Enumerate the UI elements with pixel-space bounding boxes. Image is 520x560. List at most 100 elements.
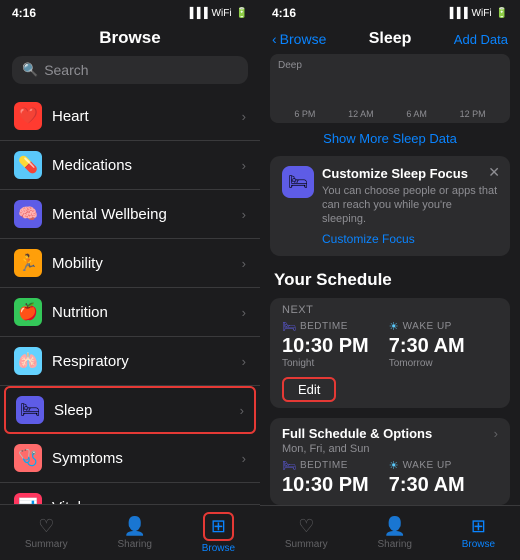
time-left: 4:16 [12,6,36,20]
edit-btn-row: Edit [270,377,510,408]
search-bar[interactable]: 🔍 Search [12,56,248,84]
chart-label-12am: 12 AM [348,109,374,119]
mobility-label: Mobility [52,255,242,272]
mental-icon: 🧠 [14,200,42,228]
signal-icon: ▐▐▐ [186,8,207,19]
tab-sharing-right[interactable]: 👤 Sharing [377,516,411,550]
bed-icon-full: 🛏 [282,459,296,472]
meds-icon: 💊 [14,151,42,179]
back-button[interactable]: ‹ Browse [272,31,326,47]
status-bar-right: 4:16 ▐▐▐ WiFi 🔋 [260,0,520,24]
chevron-icon: › [242,207,246,222]
symptoms-icon: 🩺 [14,444,42,472]
wake-icon-full: ☀ [389,459,399,472]
left-panel: 4:16 ▐▐▐ WiFi 🔋 Browse 🔍 Search ❤️ Heart… [0,0,260,560]
sharing-icon-r: 👤 [383,516,405,537]
search-placeholder: Search [44,62,88,78]
menu-item-medications[interactable]: 💊 Medications › [0,141,260,190]
chart-x-labels: 6 PM 12 AM 6 AM 12 PM [270,109,510,119]
meds-label: Medications [52,157,242,174]
show-more-button[interactable]: Show More Sleep Data [260,123,520,150]
heart-icon: ❤️ [14,102,42,130]
chevron-icon: › [242,354,246,369]
full-schedule-chevron: › [494,426,498,441]
browse-icon: ⊞ [211,516,226,536]
time-right: 4:16 [272,6,296,20]
full-schedule-card[interactable]: Full Schedule & Options › Mon, Fri, and … [270,418,510,505]
tab-sharing-left[interactable]: 👤 Sharing [117,516,151,550]
menu-item-respiratory[interactable]: 🫁 Respiratory › [0,337,260,386]
status-bar-left: 4:16 ▐▐▐ WiFi 🔋 [0,0,260,24]
full-wakeup-col: ☀ WAKE UP 7:30 AM [389,459,465,497]
wakeup-value: 7:30 AM [389,335,465,358]
full-schedule-title: Full Schedule & Options [282,426,432,441]
browse-label: Browse [202,543,235,554]
schedule-card: Next 🛏 BEDTIME 10:30 PM Tonight ☀ WAKE U… [270,298,510,408]
schedule-times: 🛏 BEDTIME 10:30 PM Tonight ☀ WAKE UP 7:3… [270,316,510,377]
sleep-label: Sleep [54,402,240,419]
summary-icon-r: ♡ [298,516,314,537]
tab-browse-left[interactable]: ⊞ Browse [202,512,235,554]
wifi-icon-r: WiFi [472,8,492,19]
browse-icon-r: ⊞ [471,516,486,537]
full-bedtime-label: BEDTIME [300,460,348,471]
customize-focus-link[interactable]: Customize Focus [322,232,498,246]
tab-summary-left[interactable]: ♡ Summary [25,516,68,550]
customize-row: 🛏 Customize Sleep Focus You can choose p… [282,166,498,247]
menu-item-sleep[interactable]: 🛏 Sleep › [4,386,256,434]
sharing-label: Sharing [117,539,151,550]
battery-icon: 🔋 [236,8,248,19]
customize-icon: 🛏 [282,166,314,198]
tab-bar-left: ♡ Summary 👤 Sharing ⊞ Browse [0,504,260,560]
edit-button[interactable]: Edit [282,377,336,402]
status-icons-right: ▐▐▐ WiFi 🔋 [446,8,508,19]
tab-browse-right[interactable]: ⊞ Browse [462,516,495,550]
chart-label-6am: 6 AM [406,109,427,119]
full-schedule-days: Mon, Fri, and Sun [282,443,498,455]
add-data-button[interactable]: Add Data [454,32,508,47]
customize-text: Customize Sleep Focus You can choose peo… [322,166,498,247]
mental-label: Mental Wellbeing [52,206,242,223]
symptoms-label: Symptoms [52,450,242,467]
your-schedule-header: Your Schedule [260,262,520,294]
mobility-icon: 🏃 [14,249,42,277]
customize-card: ✕ 🛏 Customize Sleep Focus You can choose… [270,156,510,257]
full-schedule-times: 🛏 BEDTIME 10:30 PM ☀ WAKE UP 7:30 AM [282,459,498,497]
chart-label-6pm: 6 PM [294,109,315,119]
chevron-icon: › [242,500,246,505]
next-label: Next [270,298,510,316]
chevron-icon: › [242,451,246,466]
search-icon: 🔍 [22,62,38,78]
browse-label-r: Browse [462,539,495,550]
battery-icon-r: 🔋 [496,8,508,19]
menu-item-nutrition[interactable]: 🍎 Nutrition › [0,288,260,337]
wakeup-col: ☀ WAKE UP 7:30 AM Tomorrow [389,320,465,369]
menu-item-vitals[interactable]: 📊 Vitals › [0,483,260,504]
bedtime-col: 🛏 BEDTIME 10:30 PM Tonight [282,320,369,369]
customize-title: Customize Sleep Focus [322,166,498,181]
respiratory-icon: 🫁 [14,347,42,375]
close-icon[interactable]: ✕ [488,164,500,181]
nutrition-icon: 🍎 [14,298,42,326]
full-wakeup-row: ☀ WAKE UP [389,459,465,472]
sharing-icon: 👤 [123,516,145,537]
right-panel: 4:16 ▐▐▐ WiFi 🔋 ‹ Browse Sleep Add Data … [260,0,520,560]
tab-bar-right: ♡ Summary 👤 Sharing ⊞ Browse [260,505,520,560]
full-bedtime-col: 🛏 BEDTIME 10:30 PM [282,459,369,497]
menu-item-symptoms[interactable]: 🩺 Symptoms › [0,434,260,483]
right-header: ‹ Browse Sleep Add Data [260,24,520,54]
full-bedtime-value: 10:30 PM [282,474,369,497]
sleep-icon: 🛏 [16,396,44,424]
back-label: Browse [280,31,327,47]
customize-desc: You can choose people or apps that can r… [322,184,498,227]
chevron-icon: › [242,158,246,173]
menu-item-heart[interactable]: ❤️ Heart › [0,92,260,141]
summary-label: Summary [25,539,68,550]
full-wakeup-label: WAKE UP [403,460,452,471]
respiratory-label: Respiratory [52,353,242,370]
signal-icon-r: ▐▐▐ [446,8,467,19]
menu-item-mental[interactable]: 🧠 Mental Wellbeing › [0,190,260,239]
menu-item-mobility[interactable]: 🏃 Mobility › [0,239,260,288]
tab-summary-right[interactable]: ♡ Summary [285,516,328,550]
wakeup-sub: Tomorrow [389,358,465,369]
